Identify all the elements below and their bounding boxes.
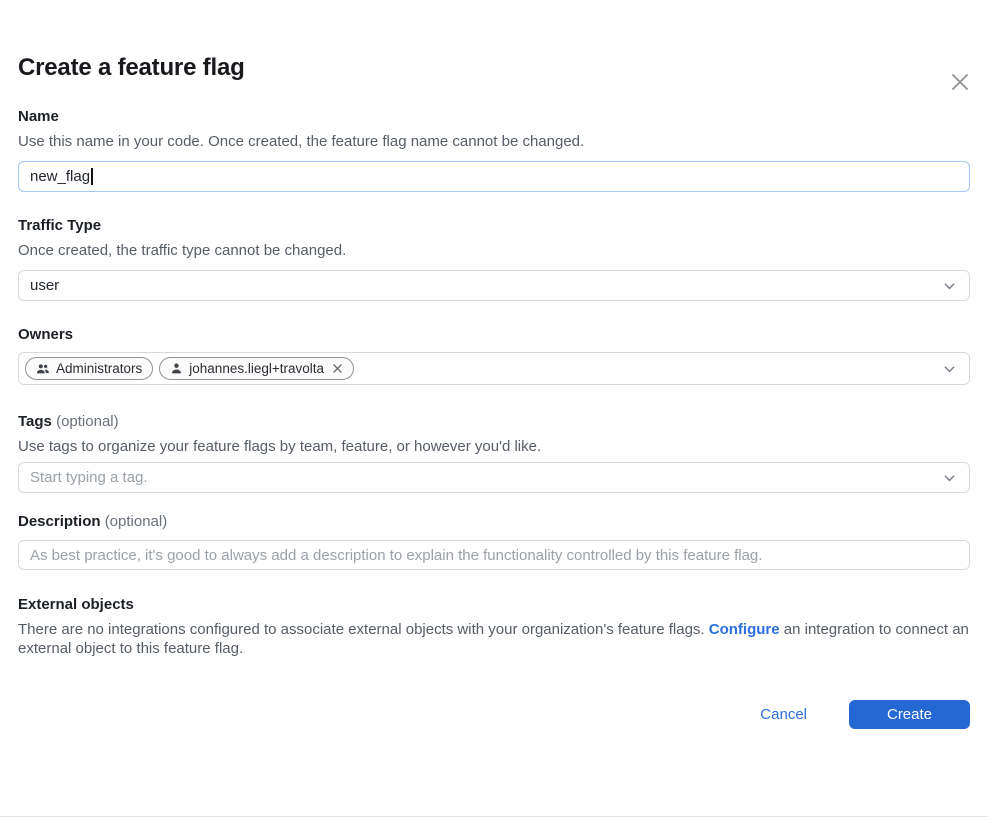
chevron-down-icon [942, 470, 957, 485]
person-icon [170, 362, 183, 375]
traffic-type-selected-value: user [30, 277, 59, 294]
name-input[interactable]: new_flag [18, 161, 970, 192]
close-icon [949, 71, 971, 93]
chevron-down-icon [942, 361, 957, 376]
modal-title: Create a feature flag [18, 54, 970, 82]
traffic-type-label: Traffic Type [18, 217, 970, 235]
description-section: Description (optional) [18, 513, 970, 570]
create-feature-flag-modal: Create a feature flag Name Use this name… [0, 54, 988, 729]
name-input-value: new_flag [30, 168, 90, 185]
traffic-type-help-text: Once created, the traffic type cannot be… [18, 242, 970, 260]
remove-owner-icon[interactable] [332, 363, 343, 374]
description-optional-hint: (optional) [105, 513, 168, 530]
owner-chip-user[interactable]: johannes.liegl+travolta [159, 357, 354, 380]
external-objects-label: External objects [18, 596, 970, 614]
owners-multiselect[interactable]: Administrators johannes.liegl+travolta [18, 352, 970, 385]
owner-chip-administrators[interactable]: Administrators [25, 357, 153, 380]
tags-label: Tags (optional) [18, 413, 970, 431]
tags-input[interactable]: Start typing a tag. [18, 462, 970, 493]
chevron-down-icon [942, 278, 957, 293]
close-button[interactable] [947, 69, 973, 95]
create-button[interactable]: Create [849, 700, 970, 729]
owner-chip-label: johannes.liegl+travolta [189, 361, 324, 376]
owners-section: Owners Administrators [18, 326, 970, 385]
traffic-type-section: Traffic Type Once created, the traffic t… [18, 217, 970, 301]
external-objects-section: External objects There are no integratio… [18, 596, 970, 658]
modal-footer: Cancel Create [18, 700, 970, 729]
description-label: Description (optional) [18, 513, 970, 531]
cancel-button[interactable]: Cancel [760, 706, 807, 723]
text-caret [91, 168, 93, 185]
name-section: Name Use this name in your code. Once cr… [18, 108, 970, 192]
owners-label: Owners [18, 326, 970, 344]
name-help-text: Use this name in your code. Once created… [18, 133, 970, 151]
group-icon [36, 362, 50, 376]
tags-section: Tags (optional) Use tags to organize you… [18, 413, 970, 493]
traffic-type-select[interactable]: user [18, 270, 970, 301]
owner-chip-label: Administrators [56, 361, 142, 376]
name-label: Name [18, 108, 970, 126]
tags-optional-hint: (optional) [56, 413, 119, 430]
tags-placeholder: Start typing a tag. [30, 469, 148, 486]
external-objects-text: There are no integrations configured to … [18, 621, 970, 658]
tags-help-text: Use tags to organize your feature flags … [18, 438, 970, 456]
description-input[interactable] [18, 540, 970, 570]
configure-link[interactable]: Configure [709, 621, 780, 638]
